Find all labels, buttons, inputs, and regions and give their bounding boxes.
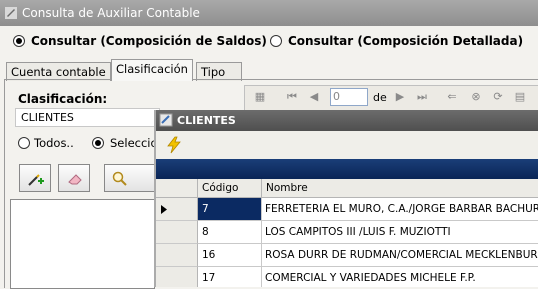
radio-indicator[interactable] — [13, 35, 25, 47]
code-cell[interactable]: 17 — [198, 267, 262, 287]
page-of-label: de — [373, 91, 387, 104]
grid-view-icon[interactable]: ▦ — [252, 89, 268, 105]
column-header-codigo[interactable]: Código — [198, 179, 262, 198]
row-indicator-header — [156, 179, 198, 198]
grid-group-band — [156, 159, 538, 179]
search-button[interactable] — [104, 164, 154, 192]
back-arrow-icon[interactable]: ⇐ — [444, 89, 460, 105]
radio-label: Consultar (Composición de Saldos) — [31, 34, 267, 48]
add-button[interactable] — [19, 164, 51, 192]
document-icon[interactable]: ▤ — [512, 89, 528, 105]
magnifier-icon — [112, 171, 127, 186]
last-record-icon[interactable]: ⏭ — [414, 89, 430, 105]
row-indicator — [156, 198, 198, 221]
clasificacion-label: Clasificación: — [18, 92, 108, 106]
table-row[interactable]: 8 LOS CAMPITOS III /LUIS F. MUZIOTTI — [156, 221, 538, 244]
erase-button[interactable] — [58, 164, 90, 192]
clientes-dialog: CLIENTES Código Nombre 7 FERRETERIA EL M… — [154, 110, 538, 287]
radio-label: Seleccio — [110, 136, 158, 150]
name-cell[interactable]: ROSA DURR DE RUDMAN/COMERCIAL MECKLENBUR… — [262, 244, 538, 267]
table-row[interactable]: 7 FERRETERIA EL MURO, C.A./JORGE BARBAR … — [156, 198, 538, 221]
dialog-app-icon — [159, 113, 173, 127]
first-record-icon[interactable]: ⏮ — [284, 89, 300, 105]
radio-label: Consultar (Composición Detallada) — [288, 34, 524, 48]
code-cell[interactable]: 8 — [198, 221, 262, 244]
window-title: Consulta de Auxiliar Contable — [22, 6, 200, 20]
selected-items-list[interactable] — [10, 199, 155, 289]
refresh-icon[interactable]: ⟳ — [490, 89, 506, 105]
name-cell[interactable]: COMERCIAL Y VARIEDADES MICHELE F.P. — [262, 267, 538, 287]
radio-indicator[interactable] — [270, 35, 282, 47]
app-icon — [5, 7, 17, 19]
row-indicator — [156, 244, 198, 267]
row-indicator — [156, 267, 198, 287]
code-cell[interactable]: 16 — [198, 244, 262, 267]
cancel-icon[interactable]: ⊗ — [468, 89, 484, 105]
radio-indicator[interactable] — [92, 137, 104, 149]
row-indicator — [156, 221, 198, 244]
lightning-icon[interactable] — [166, 136, 182, 154]
dialog-title: CLIENTES — [177, 114, 236, 127]
tab-clasificacion[interactable]: Clasificación — [111, 59, 193, 81]
name-cell[interactable]: FERRETERIA EL MURO, C.A./JORGE BARBAR BA… — [262, 198, 538, 221]
eraser-icon — [68, 174, 82, 185]
table-row[interactable]: 17 COMERCIAL Y VARIEDADES MICHELE F.P. — [156, 267, 538, 287]
page-number-input[interactable]: 0 — [330, 88, 368, 106]
next-record-icon[interactable]: ▶ — [392, 89, 408, 105]
name-cell[interactable]: LOS CAMPITOS III /LUIS F. MUZIOTTI — [262, 221, 538, 244]
table-row[interactable]: 16 ROSA DURR DE RUDMAN/COMERCIAL MECKLEN… — [156, 244, 538, 267]
column-header-nombre[interactable]: Nombre — [262, 179, 538, 198]
dialog-title-bar: CLIENTES — [156, 110, 538, 131]
dialog-toolbar — [156, 131, 538, 159]
radio-indicator[interactable] — [18, 137, 30, 149]
current-row-arrow-icon — [161, 205, 167, 214]
clasificacion-field[interactable]: CLIENTES — [15, 108, 160, 127]
magic-wand-add-icon — [28, 174, 44, 186]
code-cell[interactable]: 7 — [198, 198, 262, 221]
radio-label: Todos.. — [34, 136, 74, 150]
clientes-grid[interactable]: Código Nombre 7 FERRETERIA EL MURO, C.A.… — [156, 179, 538, 287]
window-title-bar: Consulta de Auxiliar Contable — [0, 0, 538, 26]
prev-record-icon[interactable]: ◀ — [306, 89, 322, 105]
